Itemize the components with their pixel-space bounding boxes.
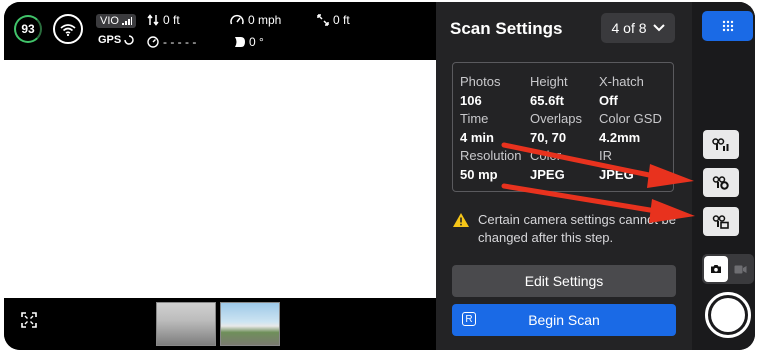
keyboard-shortcut-badge: R — [462, 312, 476, 326]
info-label: Resolution — [460, 148, 522, 163]
shutter-button[interactable] — [705, 292, 751, 338]
thumbnail-color[interactable] — [220, 302, 280, 346]
info-value: 65.6ft — [530, 93, 564, 108]
step-selector[interactable]: 4 of 8 — [601, 13, 675, 43]
timer-readout: - - - - - — [147, 35, 196, 49]
info-label: Time — [460, 111, 489, 126]
video-icon — [734, 265, 746, 273]
info-value: 50 mp — [460, 167, 498, 182]
right-rail — [692, 2, 755, 350]
gps-spinner-icon — [124, 35, 134, 45]
info-label: Height — [530, 74, 568, 89]
info-cell: Time 4 min — [460, 111, 532, 146]
distance-arrows-icon — [317, 14, 329, 26]
distance-readout: 0 ft — [317, 13, 350, 27]
scan-settings-panel: Scan Settings 4 of 8 Photos 106 Height 6… — [436, 2, 692, 350]
altitude-value: 0 ft — [163, 13, 180, 27]
bottom-bar — [4, 298, 436, 350]
edit-settings-label: Edit Settings — [524, 273, 604, 289]
fullscreen-icon[interactable] — [21, 312, 37, 328]
grid-menu-button[interactable] — [702, 11, 753, 41]
info-cell: Height 65.6ft — [530, 74, 602, 109]
info-label: X-hatch — [599, 74, 644, 89]
info-cell: Color JPEG — [530, 148, 602, 183]
speed-readout: 0 mph — [230, 13, 281, 27]
capture-mode-toggle — [702, 254, 754, 284]
info-cell: X-hatch Off — [599, 74, 671, 109]
speed-value: 0 mph — [248, 13, 282, 27]
info-value: 106 — [460, 93, 482, 108]
signal-icon — [121, 17, 132, 25]
info-cell: Overlaps 70, 70 — [530, 111, 602, 146]
clock-icon — [147, 36, 159, 48]
info-label: Overlaps — [530, 111, 583, 126]
info-value: JPEG — [599, 167, 634, 182]
camera-viewport[interactable] — [4, 60, 436, 298]
info-cell: Photos 106 — [460, 74, 532, 109]
altitude-arrows-icon — [147, 14, 159, 26]
edit-settings-button[interactable]: Edit Settings — [452, 265, 676, 297]
info-value: 70, 70 — [530, 130, 567, 145]
scan-tool-button-3[interactable] — [703, 207, 739, 236]
info-value: Off — [599, 93, 618, 108]
info-value: JPEG — [530, 167, 565, 182]
shutter-inner — [711, 298, 745, 332]
battery-indicator: 93 — [14, 15, 42, 43]
warning-icon — [453, 213, 469, 227]
scan-tool-button-1[interactable] — [703, 130, 739, 159]
warning-message: Certain camera settings cannot be change… — [452, 211, 677, 247]
panel-title: Scan Settings — [450, 19, 563, 38]
scan-tool-button-2[interactable] — [703, 168, 739, 197]
info-cell: Color GSD 4.2mm — [599, 111, 671, 146]
video-mode-button[interactable] — [728, 256, 752, 282]
heading-readout: 0 ° — [233, 35, 264, 49]
info-label: Photos — [460, 74, 501, 89]
heading-icon — [235, 37, 245, 47]
vio-badge: VIO — [96, 14, 136, 28]
drone-chart-icon — [712, 137, 729, 151]
scan-info-grid: Photos 106 Height 65.6ft X-hatch Off Tim… — [452, 62, 674, 192]
grid-menu-icon — [722, 20, 733, 32]
distance-value: 0 ft — [333, 13, 350, 27]
gps-label: GPS — [98, 34, 122, 46]
drone-orbit-icon — [712, 175, 729, 190]
info-label: Color — [530, 148, 562, 163]
status-bar: 93 VIO GPS 0 ft 0 mph 0 ft - - - - - 0 ° — [4, 2, 436, 60]
info-value: 4 min — [460, 130, 494, 145]
begin-scan-button[interactable]: R Begin Scan — [452, 304, 676, 336]
chevron-down-icon — [652, 24, 665, 32]
gps-status: GPS — [98, 34, 134, 46]
camera-icon — [711, 265, 721, 273]
warning-text: Certain camera settings cannot be change… — [478, 212, 676, 245]
thumbnail-ir[interactable] — [156, 302, 216, 346]
info-cell: Resolution 50 mp — [460, 148, 532, 183]
heading-value: 0 ° — [249, 35, 264, 49]
drone-area-icon — [712, 214, 729, 229]
vio-label: VIO — [100, 15, 119, 27]
battery-level: 93 — [21, 22, 35, 36]
timer-value: - - - - - — [163, 35, 197, 49]
step-label: 4 of 8 — [611, 20, 647, 36]
info-label: IR — [599, 148, 612, 163]
wifi-icon — [53, 14, 83, 44]
begin-scan-label: Begin Scan — [528, 312, 600, 328]
info-value: 4.2mm — [599, 130, 641, 145]
drone-app: 93 VIO GPS 0 ft 0 mph 0 ft - - - - - 0 °… — [4, 2, 755, 350]
info-cell: IR JPEG — [599, 148, 671, 183]
speedometer-icon — [230, 14, 244, 25]
photo-mode-button[interactable] — [704, 256, 728, 282]
info-label: Color GSD — [599, 111, 662, 126]
altitude-readout: 0 ft — [147, 13, 180, 27]
